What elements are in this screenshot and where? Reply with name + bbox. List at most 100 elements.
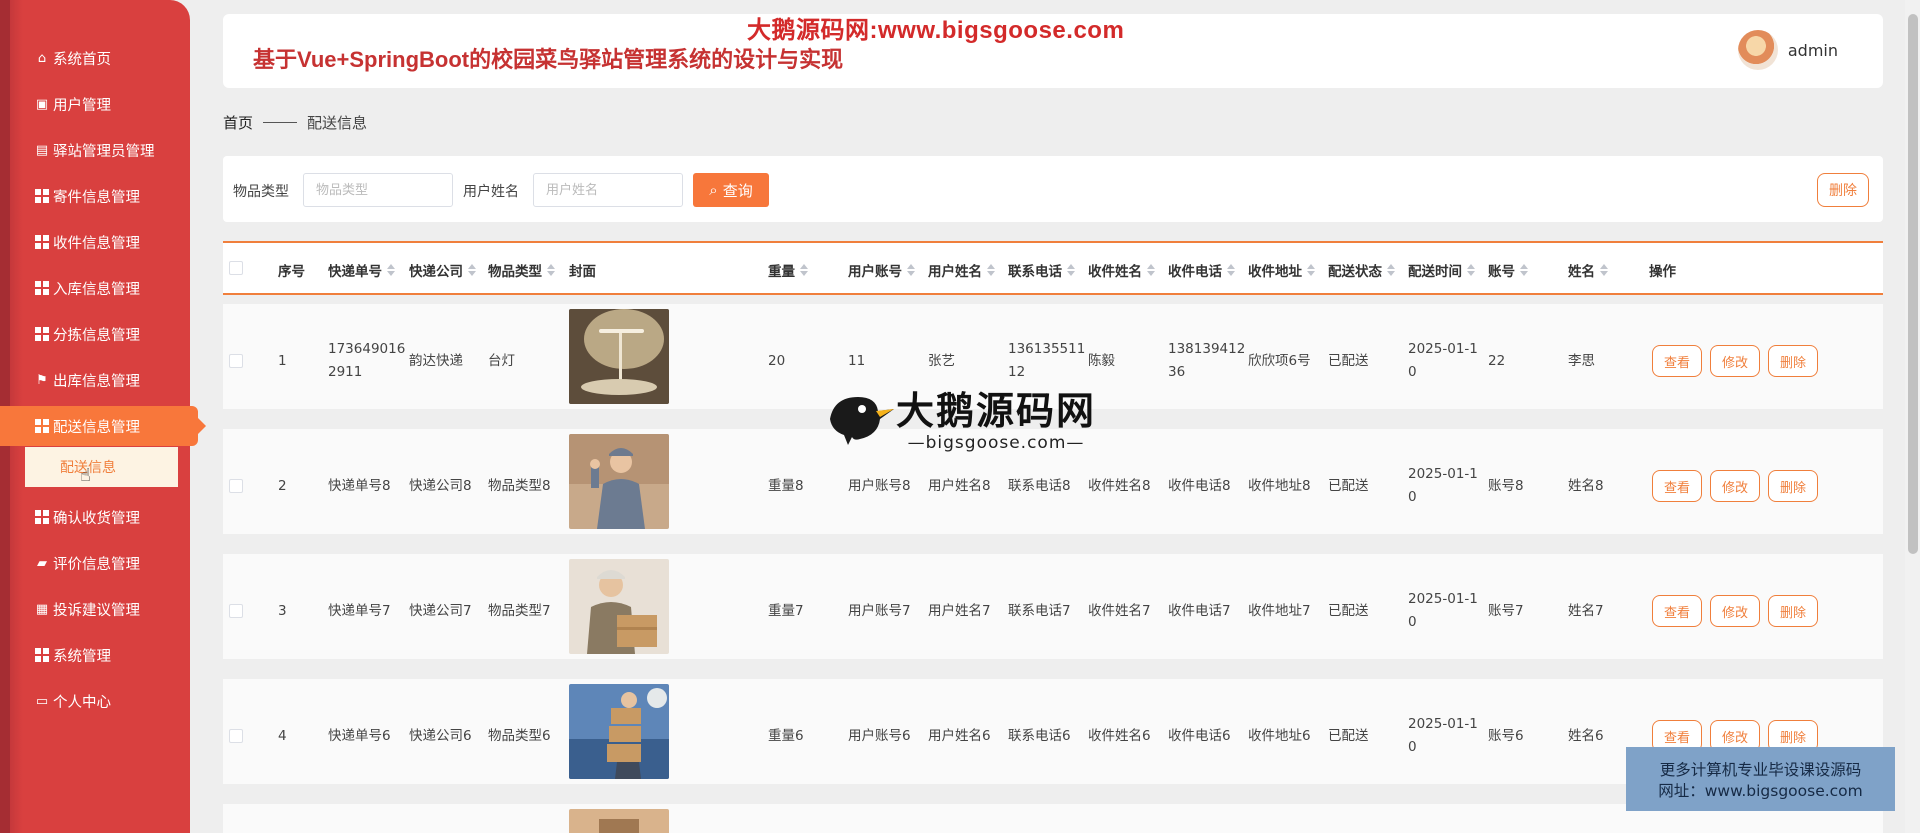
- sort-icon[interactable]: [1147, 264, 1155, 276]
- sidebar-item-station-admin[interactable]: ▤ 驿站管理员管理: [0, 130, 190, 170]
- home-icon: ⌂: [37, 50, 47, 66]
- row-checkbox[interactable]: [229, 479, 243, 493]
- scrollbar[interactable]: [1905, 0, 1920, 833]
- row-checkbox[interactable]: [229, 604, 243, 618]
- sort-icon[interactable]: [907, 264, 915, 276]
- col-type[interactable]: 物品类型: [488, 260, 555, 280]
- sidebar: ⌂ 系统首页 ▣ 用户管理 ▤ 驿站管理员管理 寄件信息管理 收件信息管理 入库信息管…: [0, 0, 206, 833]
- sidebar-item-inbound[interactable]: 入库信息管理: [0, 268, 190, 308]
- sort-icon[interactable]: [1307, 264, 1315, 276]
- sidebar-item-label: 分拣信息管理: [53, 327, 140, 344]
- cell-phone: 联系电话6: [1008, 728, 1071, 744]
- watermark-title: 大鹅源码网: [896, 391, 1097, 433]
- delete-button[interactable]: 删除: [1768, 345, 1818, 377]
- sidebar-item-label: 用户管理: [53, 97, 111, 114]
- col-acc[interactable]: 账号: [1488, 260, 1528, 280]
- sort-icon[interactable]: [1227, 264, 1235, 276]
- sidebar-item-profile[interactable]: ▭ 个人中心: [0, 681, 190, 721]
- sidebar-item-review[interactable]: ▰ 评价信息管理: [0, 543, 190, 583]
- col-username[interactable]: 用户姓名: [928, 260, 995, 280]
- batch-delete-button[interactable]: 删除: [1817, 173, 1869, 207]
- cell-type: 台灯: [488, 353, 515, 369]
- cell-company: 快递公司6: [409, 728, 472, 744]
- edit-button[interactable]: 修改: [1710, 345, 1760, 377]
- col-phone[interactable]: 联系电话: [1008, 260, 1075, 280]
- sort-icon[interactable]: [547, 264, 555, 276]
- scrollbar-thumb[interactable]: [1908, 14, 1918, 554]
- sidebar-item-delivery[interactable]: 配送信息管理: [0, 406, 206, 446]
- user-menu[interactable]: admin: [1737, 30, 1838, 70]
- site-banner: 大鹅源码网:www.bigsgoose.com: [747, 17, 1125, 44]
- promo-line2: 网址：www.bigsgoose.com: [1658, 782, 1863, 800]
- col-recv-addr[interactable]: 收件地址: [1248, 260, 1315, 280]
- row-checkbox[interactable]: [229, 354, 243, 368]
- col-label: 配送状态: [1328, 264, 1382, 280]
- col-label: 收件电话: [1168, 264, 1222, 280]
- sidebar-item-users[interactable]: ▣ 用户管理: [0, 84, 190, 124]
- cover-image[interactable]: [569, 434, 669, 529]
- breadcrumb-home[interactable]: 首页: [223, 112, 253, 133]
- cover-image[interactable]: [569, 309, 669, 404]
- sidebar-item-system[interactable]: 系统管理: [0, 635, 190, 675]
- select-all-checkbox[interactable]: [229, 261, 243, 275]
- sort-icon[interactable]: [987, 264, 995, 276]
- sidebar-item-home[interactable]: ⌂ 系统首页: [0, 38, 190, 78]
- cover-image[interactable]: [569, 559, 669, 654]
- sidebar-item-sorting[interactable]: 分拣信息管理: [0, 314, 190, 354]
- courier-box-image: [569, 559, 669, 654]
- sort-icon[interactable]: [1520, 264, 1528, 276]
- row-checkbox[interactable]: [229, 729, 243, 743]
- grid-icon: [34, 280, 50, 296]
- sort-icon[interactable]: [800, 264, 808, 276]
- user-name-input[interactable]: [533, 173, 683, 207]
- sort-icon[interactable]: [468, 264, 476, 276]
- sidebar-item-receive[interactable]: 收件信息管理: [0, 222, 190, 262]
- sidebar-item-confirm[interactable]: 确认收货管理: [0, 497, 190, 537]
- col-label: 账号: [1488, 264, 1515, 280]
- col-label: 联系电话: [1008, 264, 1062, 280]
- submenu-item-delivery-info[interactable]: 配送信息: [25, 447, 178, 487]
- col-recv-name[interactable]: 收件姓名: [1088, 260, 1155, 280]
- sort-icon[interactable]: [1067, 264, 1075, 276]
- watermark-logo: 大鹅源码网 —bigsgoose.com—: [824, 380, 1096, 453]
- sidebar-item-label: 驿站管理员管理: [53, 143, 155, 160]
- cell-name: 姓名8: [1568, 478, 1604, 494]
- sidebar-item-complaint[interactable]: ▦ 投诉建议管理: [0, 589, 190, 629]
- sort-icon[interactable]: [1600, 264, 1608, 276]
- delete-button[interactable]: 删除: [1768, 470, 1818, 502]
- col-name[interactable]: 姓名: [1568, 260, 1608, 280]
- view-button[interactable]: 查看: [1652, 470, 1702, 502]
- sort-icon[interactable]: [387, 264, 395, 276]
- sidebar-item-send[interactable]: 寄件信息管理: [0, 176, 190, 216]
- col-weight[interactable]: 重量: [768, 260, 808, 280]
- cell-name: 李思: [1568, 353, 1595, 369]
- col-label: 收件姓名: [1088, 264, 1142, 280]
- card-icon: ▭: [35, 693, 49, 709]
- col-account[interactable]: 用户账号: [848, 260, 915, 280]
- edit-button[interactable]: 修改: [1710, 470, 1760, 502]
- sort-icon[interactable]: [1467, 264, 1475, 276]
- col-tracking[interactable]: 快递单号: [328, 260, 395, 280]
- delete-button[interactable]: 删除: [1768, 595, 1818, 627]
- col-company[interactable]: 快递公司: [409, 260, 476, 280]
- promo-banner[interactable]: 更多计算机专业毕设课设源码 网址：www.bigsgoose.com: [1626, 747, 1895, 811]
- view-button[interactable]: 查看: [1652, 345, 1702, 377]
- view-button[interactable]: 查看: [1652, 595, 1702, 627]
- cover-image[interactable]: [569, 809, 669, 833]
- cover-image[interactable]: [569, 684, 669, 779]
- flag-icon: ⚑: [36, 372, 48, 388]
- item-type-input[interactable]: [303, 173, 453, 207]
- sidebar-item-outbound[interactable]: ⚑ 出库信息管理: [0, 360, 190, 400]
- breadcrumb-separator: [263, 122, 298, 123]
- cell-phone: 联系电话7: [1008, 603, 1071, 619]
- sort-icon[interactable]: [1387, 264, 1395, 276]
- col-status[interactable]: 配送状态: [1328, 260, 1395, 280]
- col-time[interactable]: 配送时间: [1408, 260, 1475, 280]
- cell-acc: 账号8: [1488, 478, 1524, 494]
- cell-recv-addr: 收件地址6: [1248, 728, 1311, 744]
- search-panel: 物品类型 用户姓名 ⌕ 查询 删除: [223, 156, 1883, 222]
- sidebar-item-label: 评价信息管理: [53, 556, 140, 573]
- search-button[interactable]: ⌕ 查询: [693, 173, 769, 207]
- edit-button[interactable]: 修改: [1710, 595, 1760, 627]
- col-recv-phone[interactable]: 收件电话: [1168, 260, 1235, 280]
